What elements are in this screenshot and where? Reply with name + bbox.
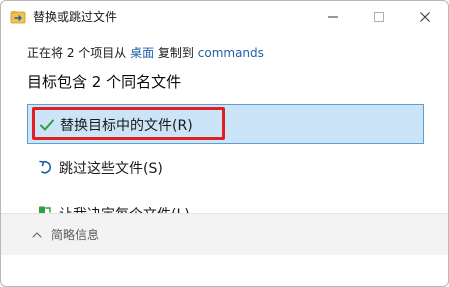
title-bar[interactable]: 替换或跳过文件 bbox=[1, 1, 448, 33]
skip-files-label: 跳过这些文件(S) bbox=[59, 161, 163, 177]
copy-status-text: 正在将 2 个项目从 桌面 复制到 commands bbox=[27, 44, 264, 61]
close-icon bbox=[420, 12, 430, 22]
maximize-icon bbox=[374, 12, 384, 22]
skip-files-option[interactable]: 跳过这些文件(S) bbox=[27, 148, 424, 188]
annotation-highlight-box bbox=[32, 107, 225, 140]
source-folder-link[interactable]: 桌面 bbox=[130, 46, 154, 60]
skip-arrow-icon bbox=[37, 159, 55, 177]
window-title: 替换或跳过文件 bbox=[33, 10, 118, 24]
replace-or-skip-dialog: 替换或跳过文件 正在将 2 个项目从 桌面 复制到 commands 目标包含 … bbox=[0, 0, 449, 287]
copy-status-middle: 复制到 bbox=[154, 46, 198, 60]
copy-status-prefix: 正在将 2 个项目从 bbox=[27, 46, 131, 60]
fewer-details-label: 简略信息 bbox=[51, 228, 100, 242]
minimize-button[interactable] bbox=[310, 1, 356, 33]
minimize-icon bbox=[328, 16, 338, 18]
dialog-footer: 简略信息 bbox=[1, 213, 448, 255]
maximize-button[interactable] bbox=[356, 1, 402, 33]
conflict-heading: 目标包含 2 个同名文件 bbox=[27, 73, 182, 91]
destination-folder-link[interactable]: commands bbox=[198, 46, 264, 60]
chevron-up-icon bbox=[32, 232, 42, 238]
file-copy-app-icon bbox=[10, 9, 26, 25]
close-button[interactable] bbox=[402, 1, 448, 33]
